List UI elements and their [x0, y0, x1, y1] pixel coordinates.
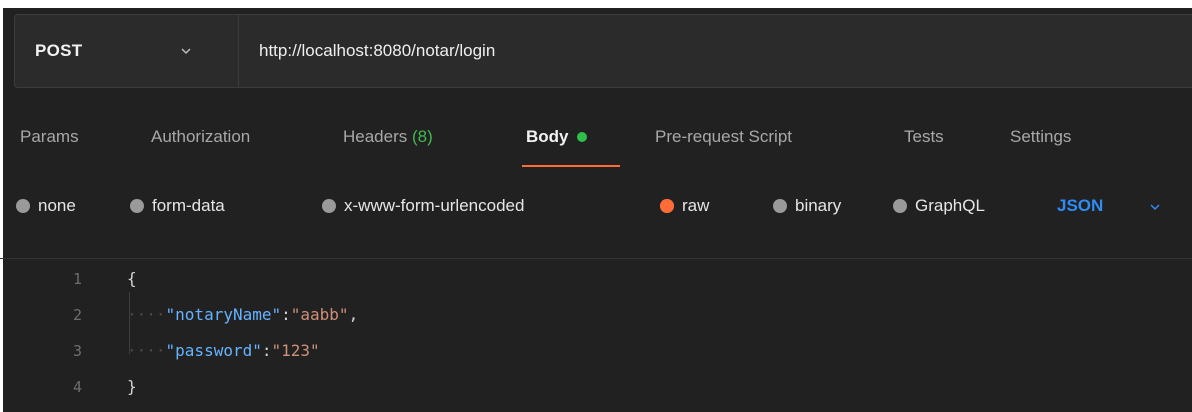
body-mode-options: none form-data x-www-form-urlencoded raw… — [0, 196, 1192, 226]
tab-settings[interactable]: Settings — [1010, 127, 1071, 147]
json-value: "123" — [271, 341, 320, 360]
editor-line: 3 ····"password":"123" — [0, 338, 1192, 364]
mode-label: raw — [682, 196, 710, 215]
line-number: 1 — [72, 270, 82, 288]
code-text: { — [127, 269, 137, 288]
json-key: "notaryName" — [165, 305, 282, 324]
code-editor[interactable]: 1 { 2 ····"notaryName":"aabb", 3 ····"pa… — [0, 262, 1192, 412]
mode-none[interactable]: none — [16, 196, 76, 216]
chevron-down-icon — [180, 48, 191, 55]
tab-body[interactable]: Body — [526, 127, 587, 147]
mode-label: binary — [795, 196, 842, 215]
method-label: POST — [35, 41, 83, 60]
tab-headers[interactable]: Headers (8) — [343, 127, 433, 147]
active-tab-underline — [522, 165, 620, 167]
request-tabs: Params Authorization Headers (8) Body Pr… — [0, 118, 1192, 167]
radio-selected-icon — [660, 199, 674, 213]
headers-count-badge: (8) — [412, 127, 433, 146]
mode-form-data[interactable]: form-data — [130, 196, 225, 216]
line-number: 4 — [72, 378, 82, 396]
json-colon: : — [261, 341, 272, 360]
radio-icon — [130, 199, 144, 213]
line-number: 3 — [72, 342, 82, 360]
radio-icon — [773, 199, 787, 213]
mode-label: x-www-form-urlencoded — [344, 196, 525, 215]
mode-binary[interactable]: binary — [773, 196, 841, 216]
json-comma: , — [348, 305, 359, 324]
code-text: } — [127, 377, 137, 396]
tab-pre-request-script[interactable]: Pre-request Script — [655, 127, 792, 147]
body-indicator-dot — [576, 131, 587, 142]
tab-body-label: Body — [526, 127, 569, 146]
method-select[interactable]: POST — [15, 15, 239, 87]
editor-line: 4 } — [0, 374, 1192, 400]
code-text: ····"notaryName":"aabb", — [127, 305, 358, 324]
mode-label: form-data — [152, 196, 225, 215]
whitespace-dots: ···· — [127, 341, 166, 360]
window-top-frame — [0, 0, 1192, 8]
radio-icon — [893, 199, 907, 213]
code-text: ····"password":"123" — [127, 341, 320, 360]
radio-icon — [16, 199, 30, 213]
whitespace-dots: ···· — [127, 305, 166, 324]
tab-authorization[interactable]: Authorization — [151, 127, 250, 147]
chevron-down-icon[interactable] — [1148, 200, 1162, 214]
request-bar: POST http://localhost:8080/notar/login — [14, 14, 1192, 88]
tab-params[interactable]: Params — [20, 127, 79, 147]
json-colon: : — [281, 305, 291, 324]
line-number: 2 — [72, 306, 82, 324]
tab-tests[interactable]: Tests — [904, 127, 944, 147]
mode-raw[interactable]: raw — [660, 196, 709, 216]
format-select[interactable]: JSON — [1057, 196, 1103, 216]
url-input[interactable]: http://localhost:8080/notar/login — [239, 41, 495, 61]
radio-icon — [322, 199, 336, 213]
section-divider — [0, 258, 1192, 259]
json-key: "password" — [165, 341, 262, 360]
tab-headers-label: Headers — [343, 127, 408, 146]
mode-graphql[interactable]: GraphQL — [893, 196, 985, 216]
mode-label: GraphQL — [915, 196, 985, 215]
editor-line: 2 ····"notaryName":"aabb", — [0, 302, 1192, 328]
mode-x-www-form-urlencoded[interactable]: x-www-form-urlencoded — [322, 196, 524, 216]
json-value: "aabb" — [290, 305, 349, 324]
mode-label: none — [38, 196, 76, 215]
editor-line: 1 { — [0, 266, 1192, 292]
